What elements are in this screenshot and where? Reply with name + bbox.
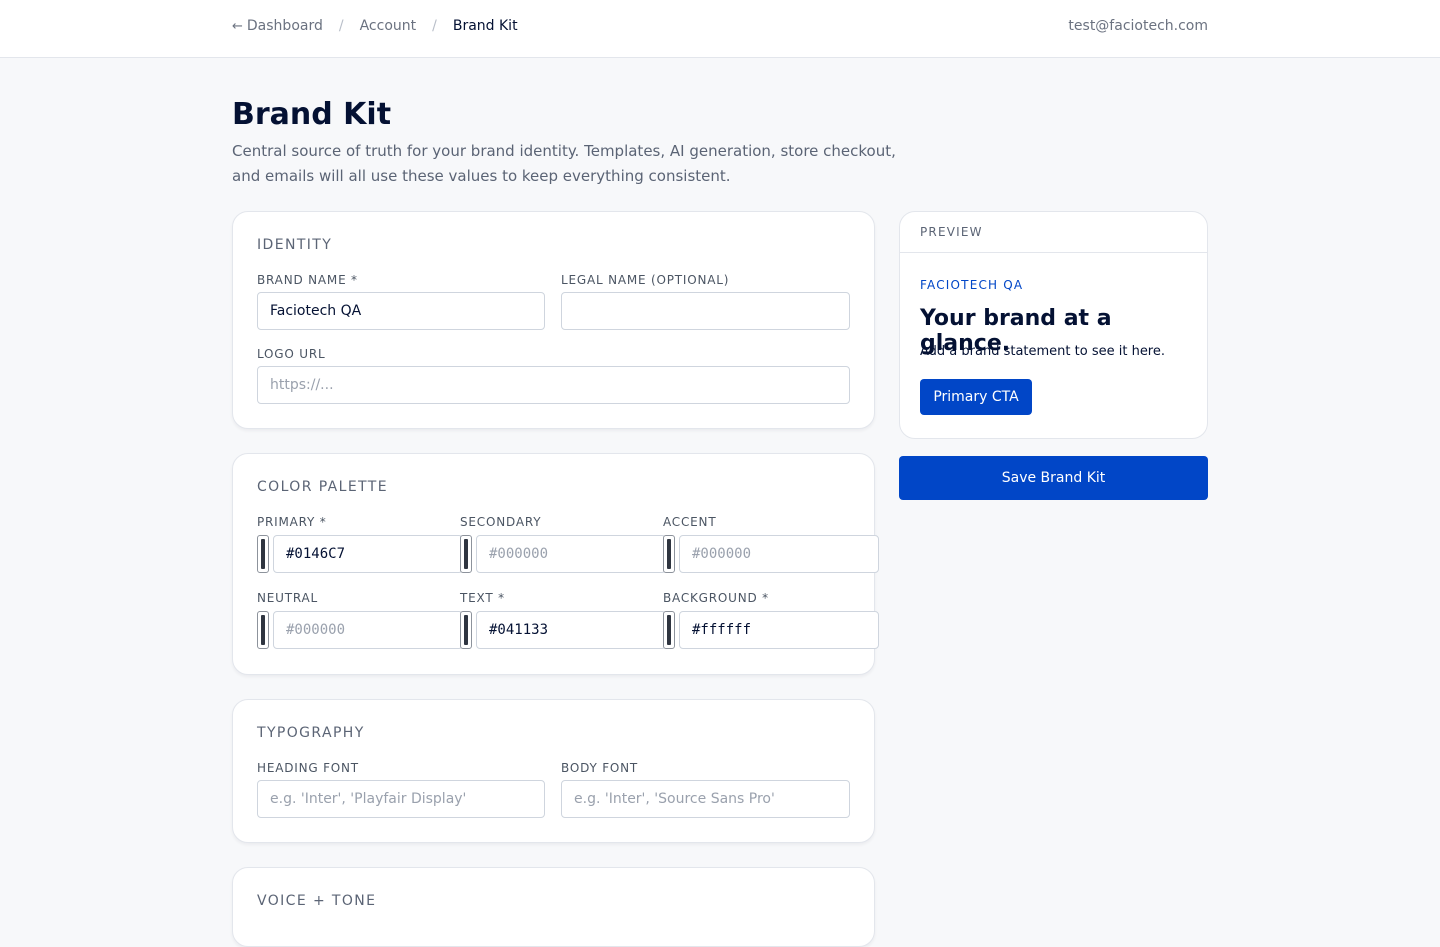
voice-tone-section-title: VOICE + TONE — [257, 893, 377, 909]
user-email: test@faciotech.com — [1068, 18, 1208, 34]
logo-url-label: LOGO URL — [257, 347, 326, 361]
text-color-label: TEXT * — [460, 591, 505, 605]
heading-font-label: HEADING FONT — [257, 761, 359, 775]
brand-name-input[interactable]: Faciotech QA — [257, 292, 545, 330]
identity-section-title: IDENTITY — [257, 237, 333, 253]
secondary-color-input[interactable]: #000000 — [476, 535, 666, 573]
voice-tone-card: VOICE + TONE — [232, 867, 875, 947]
accent-color-input[interactable]: #000000 — [679, 535, 879, 573]
breadcrumb-dashboard-link[interactable]: ← Dashboard — [232, 18, 323, 34]
legal-name-input[interactable] — [561, 292, 850, 330]
typography-section-title: TYPOGRAPHY — [257, 725, 365, 741]
breadcrumb-separator: / — [338, 18, 344, 34]
breadcrumb: ← Dashboard / Account / Brand Kit — [232, 18, 518, 34]
neutral-color-swatch[interactable] — [257, 611, 269, 649]
logo-url-input[interactable]: https://... — [257, 366, 850, 404]
save-brand-kit-button[interactable]: Save Brand Kit — [899, 456, 1208, 500]
page-title: Brand Kit — [232, 97, 392, 132]
preview-header: PREVIEW — [900, 212, 1207, 253]
secondary-color-swatch[interactable] — [460, 535, 472, 573]
neutral-color-label: NEUTRAL — [257, 591, 319, 605]
heading-font-input[interactable]: e.g. 'Inter', 'Playfair Display' — [257, 780, 545, 818]
top-bar: ← Dashboard / Account / Brand Kit test@f… — [0, 0, 1440, 58]
accent-color-label: ACCENT — [663, 515, 717, 529]
breadcrumb-account-link[interactable]: Account — [360, 18, 417, 34]
color-palette-section-title: COLOR PALETTE — [257, 479, 388, 495]
breadcrumb-separator: / — [432, 18, 437, 34]
breadcrumb-dashboard-label: Dashboard — [246, 18, 323, 34]
secondary-color-label: SECONDARY — [460, 515, 542, 529]
preview-panel: PREVIEW FACIOTECH QA Your brand at a gla… — [899, 211, 1208, 439]
preview-brand-name: FACIOTECH QA — [920, 278, 1024, 292]
page-description: Central source of truth for your brand i… — [232, 142, 896, 185]
primary-color-swatch[interactable] — [257, 535, 269, 573]
text-color-swatch[interactable] — [460, 611, 472, 649]
identity-card: IDENTITY BRAND NAME * Faciotech QA LEGAL… — [232, 211, 875, 429]
breadcrumb-current: Brand Kit — [452, 18, 518, 34]
brand-name-label: BRAND NAME * — [257, 273, 358, 287]
preview-statement: Add a brand statement to see it here. — [920, 344, 1166, 359]
accent-color-swatch[interactable] — [663, 535, 675, 573]
background-color-input[interactable]: #ffffff — [679, 611, 879, 649]
background-color-swatch[interactable] — [663, 611, 675, 649]
primary-color-label: PRIMARY * — [257, 515, 327, 529]
color-palette-card: COLOR PALETTE PRIMARY * #0146C7 SECONDAR… — [232, 453, 879, 675]
body-font-label: BODY FONT — [561, 761, 639, 775]
arrow-left-icon: ← — [232, 18, 243, 34]
typography-card: TYPOGRAPHY HEADING FONT e.g. 'Inter', 'P… — [232, 699, 875, 843]
neutral-color-input[interactable]: #000000 — [273, 611, 463, 649]
primary-color-input[interactable]: #0146C7 — [273, 535, 463, 573]
body-font-input[interactable]: e.g. 'Inter', 'Source Sans Pro' — [561, 780, 850, 818]
background-color-label: BACKGROUND * — [663, 591, 769, 605]
legal-name-label: LEGAL NAME (OPTIONAL) — [561, 273, 730, 287]
text-color-input[interactable]: #041133 — [476, 611, 666, 649]
primary-cta-button[interactable]: Primary CTA — [920, 379, 1032, 415]
